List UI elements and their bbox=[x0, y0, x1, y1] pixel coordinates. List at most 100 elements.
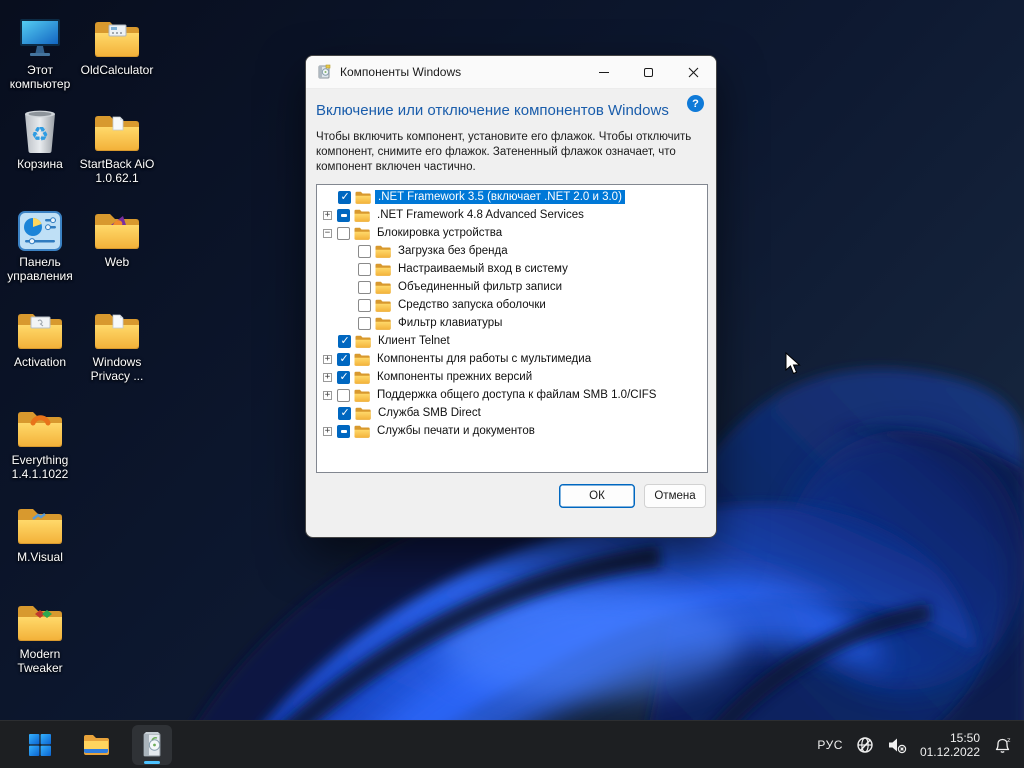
desktop-icon-everything[interactable]: Everything 1.4.1.1022 bbox=[1, 402, 79, 481]
expand-icon[interactable]: + bbox=[323, 354, 332, 364]
checkbox[interactable] bbox=[337, 226, 350, 240]
expand-icon[interactable]: + bbox=[323, 426, 332, 436]
desktop-icon-label: Web bbox=[104, 255, 130, 269]
tree-item-label: Клиент Telnet bbox=[378, 335, 450, 347]
desktop-icon-label: Activation bbox=[13, 355, 67, 369]
tree-item-label: Загрузка без бренда bbox=[398, 245, 508, 257]
start-button[interactable] bbox=[20, 725, 60, 765]
dialog-title: Компоненты Windows bbox=[340, 65, 462, 79]
windows-features-taskbar-button[interactable] bbox=[132, 724, 172, 765]
checkbox[interactable] bbox=[358, 298, 371, 312]
control-panel-icon bbox=[1, 204, 79, 252]
checkbox[interactable] bbox=[337, 424, 350, 438]
tree-item-label: Настраиваемый вход в систему bbox=[398, 263, 568, 275]
clock-time: 15:50 bbox=[949, 730, 980, 745]
folder-shapes-icon bbox=[1, 596, 79, 644]
desktop-icon-activation[interactable]: Activation bbox=[1, 304, 79, 369]
tree-item-label: Блокировка устройства bbox=[377, 227, 503, 239]
tree-item-legacy-components[interactable]: + Компоненты прежних версий bbox=[317, 368, 707, 386]
svg-text:♻: ♻ bbox=[31, 122, 49, 146]
folder-icon bbox=[355, 335, 371, 348]
checkbox[interactable] bbox=[337, 208, 350, 222]
desktop-icon-label: Этот компьютер bbox=[9, 63, 71, 91]
file-explorer-icon bbox=[84, 734, 109, 755]
tree-item-media-features[interactable]: + Компоненты для работы с мультимедиа bbox=[317, 350, 707, 368]
clock-date: 01.12.2022 bbox=[919, 745, 980, 759]
help-button[interactable]: ? bbox=[687, 95, 704, 112]
checkbox[interactable] bbox=[358, 244, 371, 258]
desktop-icon-mvisual[interactable]: M.Visual bbox=[1, 499, 79, 564]
tree-item-label: Компоненты для работы с мультимедиа bbox=[377, 353, 592, 365]
tree-item-net48[interactable]: + .NET Framework 4.8 Advanced Services bbox=[317, 206, 707, 224]
tree-item-shell-launcher[interactable]: Средство запуска оболочки bbox=[317, 296, 707, 314]
minimize-icon bbox=[598, 71, 609, 73]
checkbox[interactable] bbox=[337, 352, 350, 366]
folder-icon bbox=[354, 389, 370, 402]
close-button[interactable] bbox=[671, 56, 716, 89]
desktop-icon-label: StartBack AiO 1.0.62.1 bbox=[79, 157, 155, 185]
folder-paper-icon bbox=[78, 304, 156, 352]
desktop-icon-web[interactable]: Web bbox=[78, 204, 156, 269]
system-tray: РУС 15:50 01.12.2022 z bbox=[817, 721, 1012, 768]
dialog-description: Чтобы включить компонент, установите его… bbox=[316, 131, 692, 173]
expand-icon[interactable]: + bbox=[323, 210, 332, 220]
expand-icon[interactable]: + bbox=[323, 390, 332, 400]
maximize-button[interactable] bbox=[626, 56, 671, 89]
volume-muted-icon[interactable] bbox=[887, 736, 907, 754]
tree-item-label: Средство запуска оболочки bbox=[398, 299, 546, 311]
checkbox[interactable] bbox=[338, 190, 351, 204]
checkbox[interactable] bbox=[338, 406, 351, 420]
minimize-button[interactable] bbox=[581, 56, 626, 89]
desktop-icon-recycle-bin[interactable]: ♻ Корзина bbox=[1, 106, 79, 171]
desktop-icon-label: Windows Privacy ... bbox=[90, 355, 144, 383]
dialog-body: Включение или отключение компонентов Win… bbox=[306, 89, 716, 508]
desktop-icon-label: Панель управления bbox=[7, 255, 73, 283]
desktop-icon-startback[interactable]: StartBack AiO 1.0.62.1 bbox=[78, 106, 156, 185]
notification-bell-dnd-icon[interactable]: z bbox=[993, 736, 1012, 755]
desktop-icon-label: M.Visual bbox=[17, 550, 63, 564]
folder-icon bbox=[354, 227, 370, 240]
tree-item-unbranded-boot[interactable]: Загрузка без бренда bbox=[317, 242, 707, 260]
language-indicator[interactable]: РУС bbox=[817, 738, 843, 752]
desktop-icon-windows-privacy[interactable]: Windows Privacy ... bbox=[78, 304, 156, 383]
checkbox[interactable] bbox=[358, 316, 371, 330]
tree-item-telnet-client[interactable]: Клиент Telnet bbox=[317, 332, 707, 350]
checkbox[interactable] bbox=[358, 262, 371, 276]
file-explorer-button[interactable] bbox=[76, 725, 116, 765]
tree-item-label: Службы печати и документов bbox=[377, 425, 535, 437]
folder-icon bbox=[375, 299, 391, 312]
tree-item-label: .NET Framework 4.8 Advanced Services bbox=[377, 209, 584, 221]
tree-item-unified-write-filter[interactable]: Объединенный фильтр записи bbox=[317, 278, 707, 296]
mouse-cursor bbox=[785, 352, 801, 375]
tree-item-device-lockdown[interactable]: − Блокировка устройства bbox=[317, 224, 707, 242]
dialog-titlebar[interactable]: Компоненты Windows bbox=[306, 56, 716, 89]
desktop-icon-label: Everything 1.4.1.1022 bbox=[11, 453, 69, 481]
desktop-icon-oldcalculator[interactable]: OldCalculator bbox=[78, 12, 156, 77]
taskbar-clock[interactable]: 15:50 01.12.2022 bbox=[920, 731, 980, 760]
installer-box-icon bbox=[143, 731, 161, 756]
windows-features-app-icon bbox=[318, 64, 331, 79]
tree-item-smb1[interactable]: + Поддержка общего доступа к файлам SMB … bbox=[317, 386, 707, 404]
collapse-icon[interactable]: − bbox=[323, 228, 332, 238]
checkbox[interactable] bbox=[337, 370, 350, 384]
tree-item-net35[interactable]: .NET Framework 3.5 (включает .NET 2.0 и … bbox=[317, 188, 707, 206]
tree-item-keyboard-filter[interactable]: Фильтр клавиатуры bbox=[317, 314, 707, 332]
tree-item-print-document-services[interactable]: + Службы печати и документов bbox=[317, 422, 707, 440]
ok-button[interactable]: ОК bbox=[559, 484, 635, 508]
tree-item-label: Поддержка общего доступа к файлам SMB 1.… bbox=[377, 389, 657, 401]
features-tree[interactable]: .NET Framework 3.5 (включает .NET 2.0 и … bbox=[316, 184, 708, 473]
tree-item-smb-direct[interactable]: Служба SMB Direct bbox=[317, 404, 707, 422]
desktop-icon-control-panel[interactable]: Панель управления bbox=[1, 204, 79, 283]
desktop-icon-modern-tweaker[interactable]: Modern Tweaker bbox=[1, 596, 79, 675]
desktop-icon-this-pc[interactable]: Этот компьютер bbox=[1, 12, 79, 91]
tree-item-label: Служба SMB Direct bbox=[378, 407, 481, 419]
network-globe-offline-icon[interactable] bbox=[856, 736, 874, 754]
checkbox[interactable] bbox=[338, 334, 351, 348]
folder-web-icon bbox=[78, 204, 156, 252]
cancel-button[interactable]: Отмена bbox=[644, 484, 706, 508]
tree-item-custom-logon[interactable]: Настраиваемый вход в систему bbox=[317, 260, 707, 278]
checkbox[interactable] bbox=[358, 280, 371, 294]
checkbox[interactable] bbox=[337, 388, 350, 402]
expand-icon[interactable]: + bbox=[323, 372, 332, 382]
tree-item-label: Фильтр клавиатуры bbox=[398, 317, 503, 329]
